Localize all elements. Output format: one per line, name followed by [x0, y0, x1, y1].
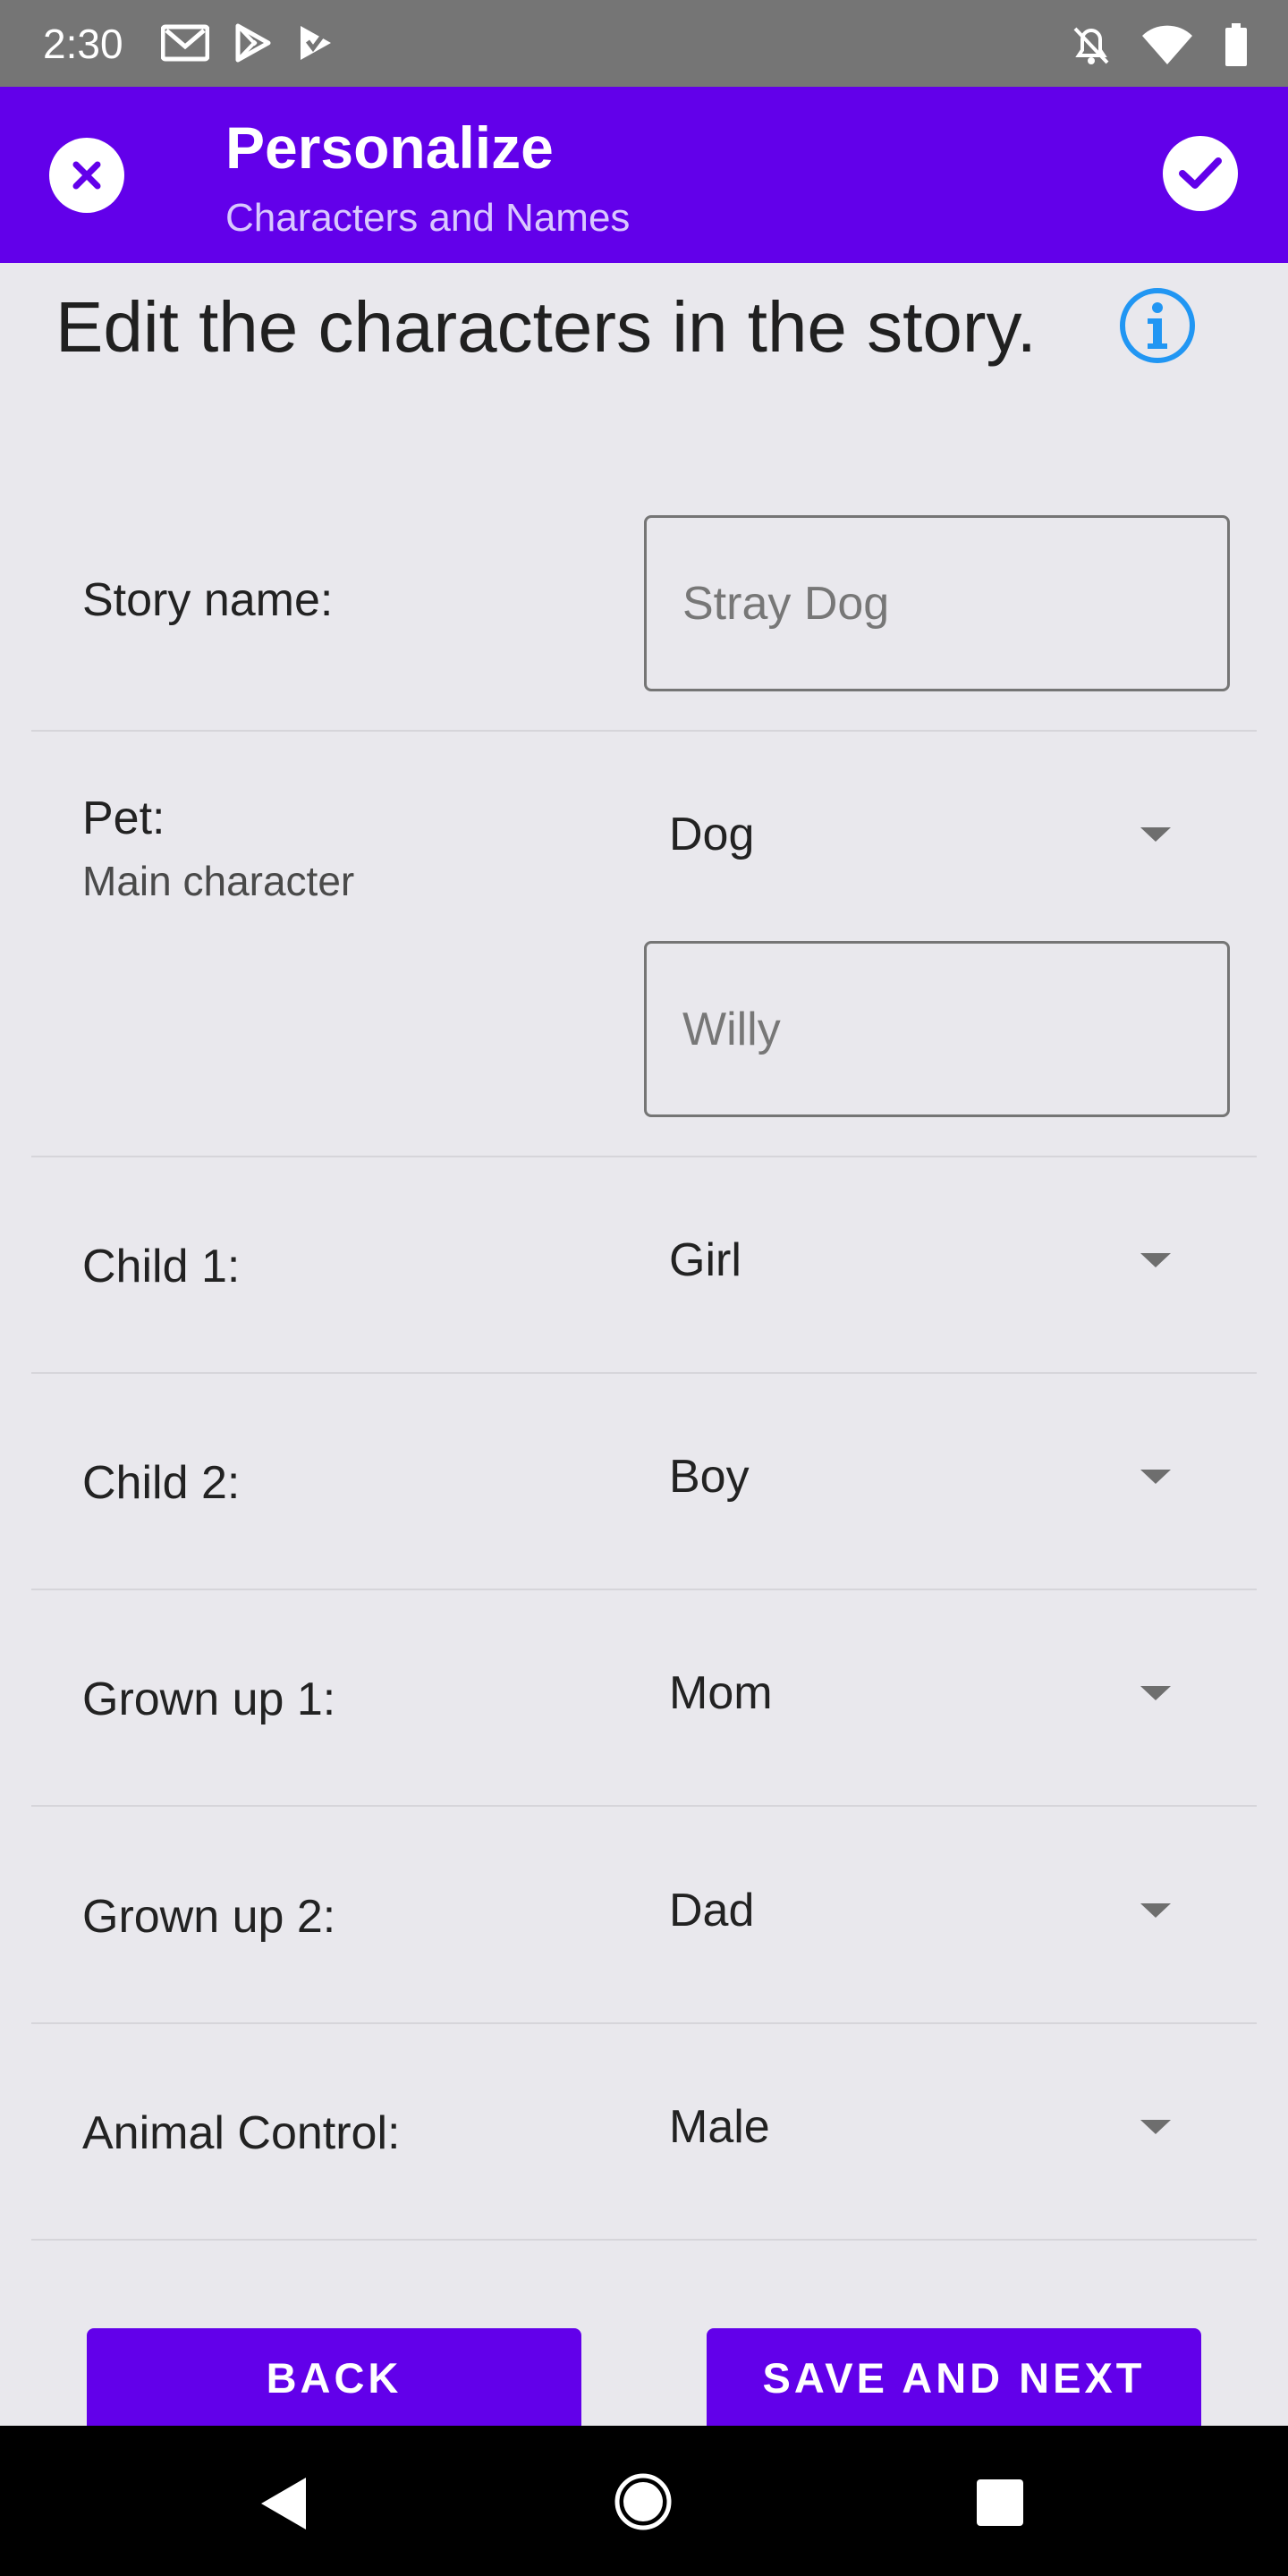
status-system-icons [1072, 23, 1249, 66]
pet-label: Pet: [82, 792, 165, 844]
dropdown-arrow-icon [1140, 1686, 1171, 1700]
child1-label: Child 1: [82, 1241, 241, 1292]
gmail-icon [161, 24, 209, 62]
back-button[interactable]: BACK [87, 2328, 581, 2427]
close-icon [72, 161, 101, 190]
dropdown-arrow-icon [1140, 827, 1171, 842]
status-bar: 2:30 [0, 0, 1288, 87]
app-subtitle: Characters and Names [225, 196, 631, 240]
divider [31, 1372, 1257, 1374]
grownup1-dropdown[interactable]: Mom [644, 1644, 1230, 1742]
back-triangle-icon[interactable] [258, 2476, 308, 2531]
divider [31, 2022, 1257, 2024]
story-name-input[interactable]: Stray Dog [644, 515, 1230, 691]
confirm-button[interactable] [1163, 136, 1238, 211]
dropdown-arrow-icon [1140, 1903, 1171, 1918]
play-store-icon [235, 23, 271, 63]
notifications-off-icon [1073, 27, 1109, 64]
system-nav-bar [0, 2426, 1288, 2576]
dropdown-arrow-icon [1140, 1470, 1171, 1484]
app-title: Personalize [225, 114, 554, 181]
divider [31, 1156, 1257, 1157]
pet-type-value: Dog [669, 809, 755, 860]
divider [31, 730, 1257, 732]
home-circle-icon[interactable] [614, 2472, 673, 2531]
animal-control-value: Male [669, 2101, 770, 2153]
status-time: 2:30 [43, 21, 123, 67]
page-heading: Edit the characters in the story. [55, 287, 1037, 367]
child2-dropdown[interactable]: Boy [644, 1428, 1230, 1526]
animal-control-label: Animal Control: [82, 2107, 401, 2159]
divider [31, 1589, 1257, 1590]
pet-sublabel: Main character [82, 858, 355, 904]
child1-value: Girl [669, 1234, 741, 1286]
pet-name-input[interactable]: Willy [644, 941, 1230, 1117]
pet-type-dropdown[interactable]: Dog [644, 785, 1230, 884]
grownup2-value: Dad [669, 1885, 755, 1936]
check-icon [1179, 157, 1222, 189]
app-bar: Personalize Characters and Names [0, 87, 1288, 263]
recents-square-icon[interactable] [977, 2479, 1023, 2526]
child2-label: Child 2: [82, 1457, 241, 1509]
child2-value: Boy [669, 1451, 750, 1503]
grownup1-label: Grown up 1: [82, 1674, 336, 1725]
grownup2-dropdown[interactable]: Dad [644, 1861, 1230, 1960]
grownup2-label: Grown up 2: [82, 1891, 336, 1943]
close-button[interactable] [49, 138, 124, 213]
battery-icon [1225, 23, 1247, 66]
dropdown-arrow-icon [1140, 1253, 1171, 1267]
grownup1-value: Mom [669, 1667, 773, 1719]
wifi-icon [1142, 25, 1192, 64]
divider [31, 2239, 1257, 2241]
status-notifications [161, 23, 335, 63]
dropdown-arrow-icon [1140, 2120, 1171, 2134]
divider [31, 1805, 1257, 1807]
save-and-next-button[interactable]: SAVE AND NEXT [707, 2328, 1201, 2427]
animal-control-dropdown[interactable]: Male [644, 2078, 1230, 2176]
child1-dropdown[interactable]: Girl [644, 1211, 1230, 1309]
info-icon[interactable] [1118, 286, 1197, 365]
story-name-label: Story name: [82, 574, 334, 626]
play-games-icon [301, 26, 331, 60]
